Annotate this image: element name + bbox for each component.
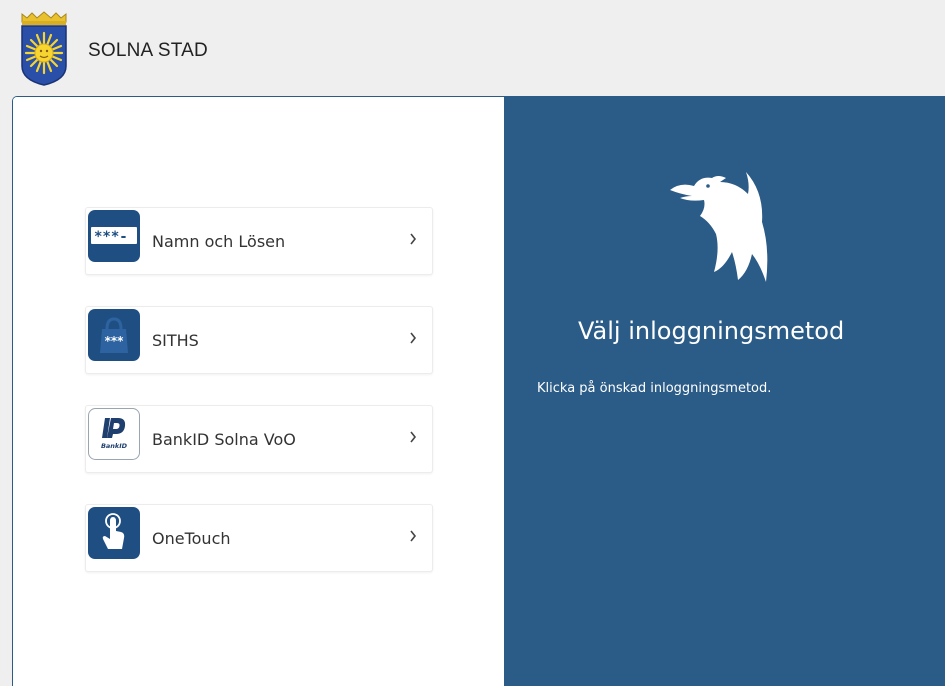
method-bankid[interactable]: BankID BankID Solna VoO (85, 405, 433, 473)
chevron-right-icon (410, 431, 417, 443)
siths-card-icon: *** (88, 309, 140, 361)
method-label: OneTouch (152, 529, 231, 548)
method-namn-och-losen[interactable]: ***- Namn och Lösen (85, 207, 433, 275)
password-icon: ***- (88, 210, 140, 262)
svg-text:BankID: BankID (101, 442, 128, 450)
method-label: BankID Solna VoO (152, 430, 296, 449)
header-bar: SOLNA STAD (0, 0, 945, 96)
chevron-right-icon (410, 233, 417, 245)
bankid-icon: BankID (88, 408, 140, 460)
bird-icon (670, 172, 768, 282)
login-card: ***- Namn och Lösen *** SITHS BankID Ban… (12, 96, 945, 686)
method-onetouch[interactable]: OneTouch (85, 504, 433, 572)
info-panel: Välj inloggningsmetod Klicka på önskad i… (504, 97, 945, 686)
page-title: Välj inloggningsmetod (578, 317, 845, 345)
method-label: SITHS (152, 331, 199, 350)
method-siths[interactable]: *** SITHS (85, 306, 433, 374)
svg-text:***: *** (105, 334, 125, 348)
touch-finger-icon (88, 507, 140, 559)
chevron-right-icon (410, 332, 417, 344)
chevron-right-icon (410, 530, 417, 542)
brand-name: SOLNA STAD (88, 40, 208, 61)
login-methods-panel: ***- Namn och Lösen *** SITHS BankID Ban… (13, 97, 504, 686)
solna-coat-of-arms-icon (21, 11, 67, 86)
instruction-text: Klicka på önskad inloggningsmetod. (537, 381, 772, 396)
svg-text:***-: ***- (94, 229, 128, 245)
method-label: Namn och Lösen (152, 232, 286, 251)
